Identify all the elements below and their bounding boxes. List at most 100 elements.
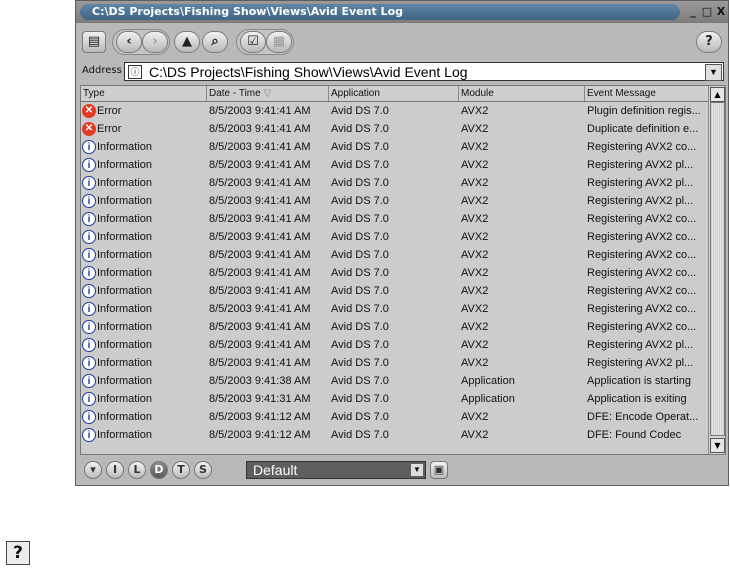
table-row[interactable]: i Information 8/5/2003 9:41:41 AM Avid DS 7… xyxy=(81,354,709,372)
cell-module: AVX2 xyxy=(461,213,489,225)
maximize-button[interactable]: □ xyxy=(700,5,714,19)
up-icon: ▲ xyxy=(182,34,192,49)
cell-message: Registering AVX2 co... xyxy=(587,249,697,261)
table-row[interactable]: i Information 8/5/2003 9:41:41 AM Avid DS 7… xyxy=(81,138,709,156)
up-button[interactable]: ▲ xyxy=(174,31,200,53)
help-button[interactable]: ? xyxy=(6,541,30,565)
filter-button-d[interactable]: D xyxy=(150,461,168,479)
grid-icon: ▦ xyxy=(272,34,286,49)
cell-module: AVX2 xyxy=(461,267,489,279)
cell-message: Registering AVX2 co... xyxy=(587,231,697,243)
column-header-datetime-label: Date - Time xyxy=(209,88,261,99)
cell-message: Application is starting xyxy=(587,375,691,387)
cell-message: DFE: Found Codec xyxy=(587,429,682,441)
back-button[interactable]: ‹ xyxy=(116,31,142,53)
filter-button-l[interactable]: L xyxy=(128,461,146,479)
information-icon: i xyxy=(82,230,96,244)
cell-application: Avid DS 7.0 xyxy=(331,321,389,333)
cell-application: Avid DS 7.0 xyxy=(331,105,389,117)
status-bar: ▾ ILDTS Default ▼ ▣ xyxy=(80,457,726,483)
information-icon: i xyxy=(82,212,96,226)
information-icon: i xyxy=(82,176,96,190)
grid-button[interactable]: ▦ xyxy=(266,31,292,53)
information-icon: i xyxy=(82,266,96,280)
table-row[interactable]: i Information 8/5/2003 9:41:41 AM Avid DS 7… xyxy=(81,282,709,300)
table-row[interactable]: i Information 8/5/2003 9:41:41 AM Avid DS 7… xyxy=(81,210,709,228)
scroll-down-button[interactable]: ▼ xyxy=(710,438,725,453)
cell-type: Information xyxy=(97,429,153,441)
cell-application: Avid DS 7.0 xyxy=(331,285,389,297)
cell-application: Avid DS 7.0 xyxy=(331,141,389,153)
address-label: Address xyxy=(82,65,122,76)
column-header-module[interactable]: Module xyxy=(459,86,585,101)
table-row[interactable]: i Information 8/5/2003 9:41:41 AM Avid DS 7… xyxy=(81,192,709,210)
address-dropdown-button[interactable]: ▼ xyxy=(705,64,722,81)
view-select[interactable]: Default ▼ xyxy=(246,461,426,479)
cell-module: AVX2 xyxy=(461,159,489,171)
table-row[interactable]: i Information 8/5/2003 9:41:12 AM Avid DS 7… xyxy=(81,408,709,426)
table-row[interactable]: i Information 8/5/2003 9:41:41 AM Avid DS 7… xyxy=(81,156,709,174)
table-row[interactable]: i Information 8/5/2003 9:41:41 AM Avid DS 7… xyxy=(81,228,709,246)
address-value: C:\DS Projects\Fishing Show\Views\Avid E… xyxy=(149,64,468,80)
cell-module: AVX2 xyxy=(461,411,489,423)
sort-descending-icon: ▽ xyxy=(263,88,272,99)
cell-type: Information xyxy=(97,375,153,387)
forward-icon: › xyxy=(152,34,158,49)
information-icon: i xyxy=(82,284,96,298)
address-bar: Address ⓘ C:\DS Projects\Fishing Show\Vi… xyxy=(76,61,728,83)
table-row[interactable]: i Information 8/5/2003 9:41:41 AM Avid DS 7… xyxy=(81,300,709,318)
title-bar[interactable]: C:\DS Projects\Fishing Show\Views\Avid E… xyxy=(76,1,728,23)
table-row[interactable]: ✕ Error 8/5/2003 9:41:41 AM Avid DS 7.0 AVX2… xyxy=(81,120,709,138)
cell-datetime: 8/5/2003 9:41:41 AM xyxy=(209,357,311,369)
table-row[interactable]: i Information 8/5/2003 9:41:41 AM Avid DS 7… xyxy=(81,318,709,336)
column-header-application[interactable]: Application xyxy=(329,86,459,101)
scroll-thumb[interactable] xyxy=(710,102,725,436)
check-button[interactable]: ☑ xyxy=(240,31,266,53)
information-icon: i xyxy=(82,392,96,406)
column-header-message[interactable]: Event Message xyxy=(585,86,709,101)
table-row[interactable]: i Information 8/5/2003 9:41:12 AM Avid DS 7… xyxy=(81,426,709,444)
table-row[interactable]: i Information 8/5/2003 9:41:41 AM Avid DS 7… xyxy=(81,174,709,192)
table-row[interactable]: i Information 8/5/2003 9:41:38 AM Avid DS 7… xyxy=(81,372,709,390)
table-row[interactable]: ✕ Error 8/5/2003 9:41:41 AM Avid DS 7.0 AVX2… xyxy=(81,102,709,120)
cell-message: Duplicate definition e... xyxy=(587,123,699,135)
cell-datetime: 8/5/2003 9:41:41 AM xyxy=(209,159,311,171)
cell-datetime: 8/5/2003 9:41:41 AM xyxy=(209,303,311,315)
table-row[interactable]: i Information 8/5/2003 9:41:31 AM Avid DS 7… xyxy=(81,390,709,408)
view-select-dropdown-icon: ▼ xyxy=(411,464,423,476)
menu-down-button[interactable]: ▾ xyxy=(84,461,102,479)
address-field[interactable]: ⓘ C:\DS Projects\Fishing Show\Views\Avid… xyxy=(124,62,724,81)
column-header-type[interactable]: Type xyxy=(81,86,207,101)
browse-button[interactable]: ⌕ xyxy=(202,31,228,53)
minimize-button[interactable]: _ xyxy=(686,5,700,19)
cell-module: Application xyxy=(461,393,515,405)
close-button[interactable]: X xyxy=(714,5,728,19)
save-button[interactable]: ▣ xyxy=(430,461,448,479)
cell-type: Information xyxy=(97,231,153,243)
filter-button-t[interactable]: T xyxy=(172,461,190,479)
properties-button[interactable]: ▤ xyxy=(82,31,106,53)
table-row[interactable]: i Information 8/5/2003 9:41:41 AM Avid DS 7… xyxy=(81,336,709,354)
cell-application: Avid DS 7.0 xyxy=(331,375,389,387)
information-icon: i xyxy=(82,248,96,262)
scroll-up-button[interactable]: ▲ xyxy=(710,87,725,102)
cell-datetime: 8/5/2003 9:41:41 AM xyxy=(209,105,311,117)
column-header-datetime[interactable]: Date - Time ▽ xyxy=(207,86,329,101)
cell-application: Avid DS 7.0 xyxy=(331,231,389,243)
filter-button-i[interactable]: I xyxy=(106,461,124,479)
vertical-scrollbar[interactable]: ▲ ▼ xyxy=(708,86,725,454)
back-icon: ‹ xyxy=(126,34,132,49)
cell-message: Registering AVX2 co... xyxy=(587,303,697,315)
table-row[interactable]: i Information 8/5/2003 9:41:41 AM Avid DS 7… xyxy=(81,264,709,282)
information-icon: i xyxy=(82,320,96,334)
help-button-toolbar[interactable]: ? xyxy=(696,31,722,53)
cell-module: AVX2 xyxy=(461,339,489,351)
cell-type: Information xyxy=(97,213,153,225)
forward-button[interactable]: › xyxy=(142,31,168,53)
cell-message: Registering AVX2 pl... xyxy=(587,195,694,207)
filter-button-s[interactable]: S xyxy=(194,461,212,479)
table-row[interactable]: i Information 8/5/2003 9:41:41 AM Avid DS 7… xyxy=(81,246,709,264)
cell-module: AVX2 xyxy=(461,231,489,243)
error-icon: ✕ xyxy=(82,104,96,118)
help-icon: ? xyxy=(705,34,713,49)
